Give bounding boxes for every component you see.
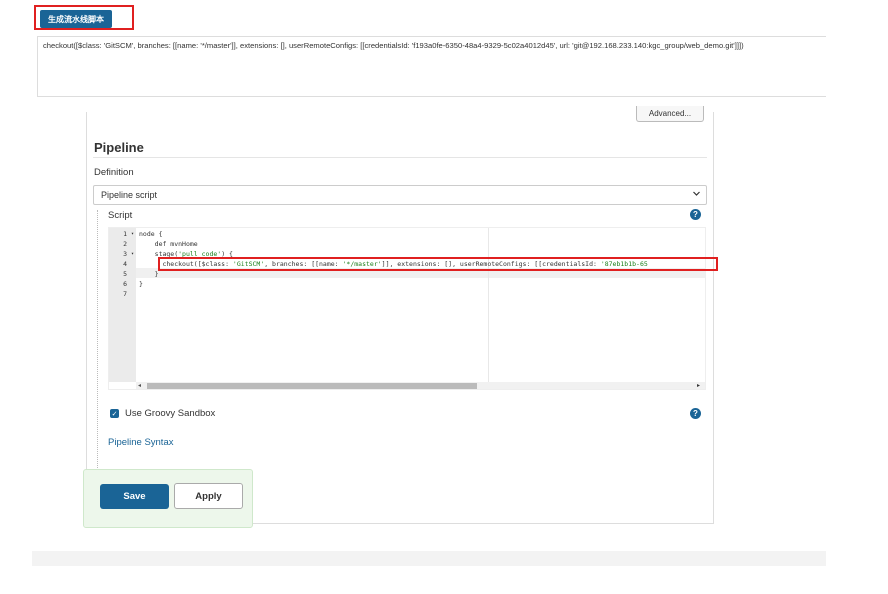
line-number: 4 bbox=[123, 260, 127, 268]
scroll-right-arrow-icon[interactable]: ▸ bbox=[697, 382, 700, 389]
code-line[interactable]: def mvnHome bbox=[139, 239, 198, 249]
code-line[interactable]: } bbox=[139, 279, 143, 289]
script-label: Script bbox=[108, 210, 133, 221]
advanced-button[interactable]: Advanced... bbox=[636, 106, 704, 122]
definition-select-value: Pipeline script bbox=[101, 190, 158, 200]
use-groovy-sandbox-checkbox[interactable]: ✓ bbox=[110, 409, 119, 418]
line-number: 3 ▾ bbox=[123, 249, 134, 259]
help-icon[interactable]: ? bbox=[690, 408, 701, 419]
generated-snippet-output[interactable]: checkout([$class: 'GitSCM', branches: [[… bbox=[37, 36, 826, 97]
definition-select[interactable]: Pipeline script bbox=[93, 185, 707, 205]
section-divider bbox=[93, 157, 707, 158]
chevron-down-icon bbox=[692, 189, 701, 201]
checkout-line-highlight bbox=[158, 257, 718, 271]
script-indent-guide bbox=[97, 210, 99, 468]
definition-label: Definition bbox=[94, 167, 134, 178]
help-icon[interactable]: ? bbox=[690, 209, 701, 220]
line-number: 6 bbox=[123, 280, 127, 288]
use-groovy-sandbox-label: Use Groovy Sandbox bbox=[125, 408, 216, 419]
fold-toggle-icon[interactable]: ▾ bbox=[131, 249, 134, 259]
code-line[interactable]: } bbox=[139, 269, 159, 279]
line-number: 7 bbox=[123, 290, 127, 298]
scroll-left-arrow-icon[interactable]: ◂ bbox=[138, 382, 141, 389]
use-groovy-sandbox-row[interactable]: ✓ Use Groovy Sandbox bbox=[110, 408, 215, 419]
script-code-editor[interactable]: 1 ▾ 2 3 ▾ 4 5 6 7 node { def mvnHome stage('pull… bbox=[108, 227, 706, 390]
generate-pipeline-script-button[interactable]: 生成流水线脚本 bbox=[40, 10, 112, 28]
code-line[interactable]: node { bbox=[139, 229, 162, 239]
line-number: 5 bbox=[123, 270, 127, 278]
scrollbar-thumb[interactable] bbox=[147, 383, 477, 389]
save-button[interactable]: Save bbox=[100, 484, 169, 509]
pipeline-syntax-link[interactable]: Pipeline Syntax bbox=[108, 437, 173, 448]
line-number: 2 bbox=[123, 240, 127, 248]
print-margin bbox=[488, 228, 489, 382]
pipeline-section-title: Pipeline bbox=[94, 140, 144, 155]
apply-button[interactable]: Apply bbox=[174, 483, 243, 509]
page-footer bbox=[32, 551, 826, 566]
line-number: 1 ▾ bbox=[123, 229, 134, 239]
fold-toggle-icon[interactable]: ▾ bbox=[131, 229, 134, 239]
